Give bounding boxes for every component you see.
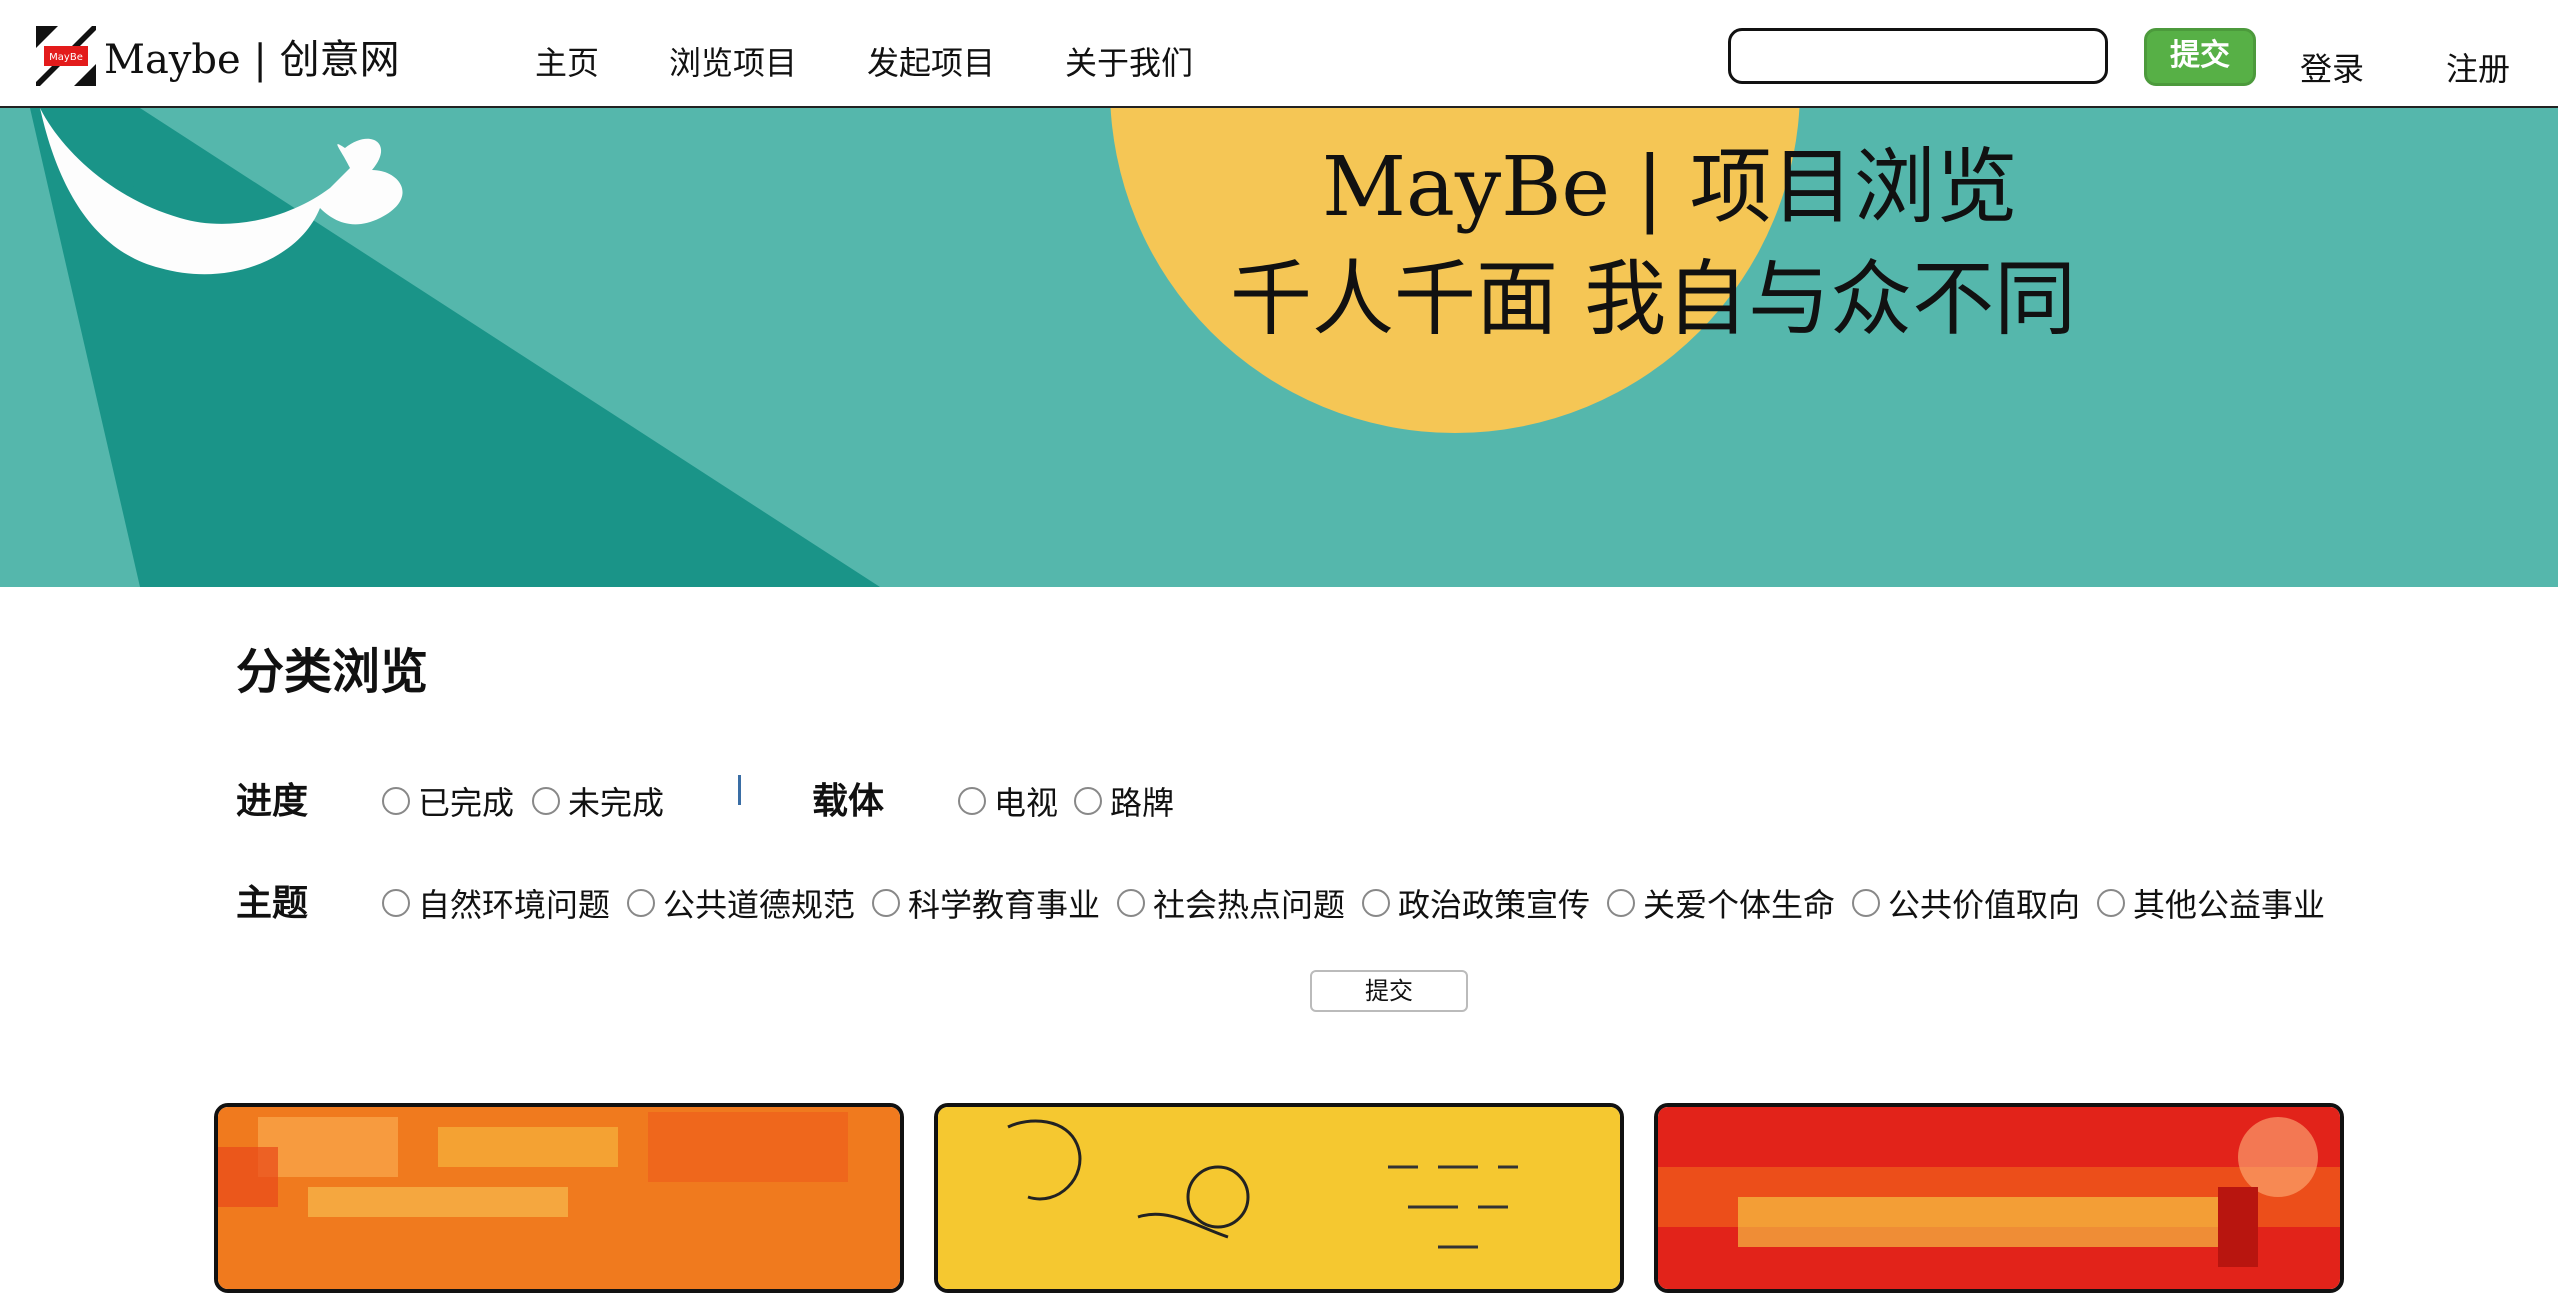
option-label: 其他公益事业 xyxy=(2133,886,2326,924)
radio-button[interactable] xyxy=(1362,889,1390,917)
filter-divider xyxy=(738,775,741,805)
topic-option[interactable]: 自然环境问题 xyxy=(382,880,610,926)
radio-button[interactable] xyxy=(1852,889,1880,917)
option-label: 科学教育事业 xyxy=(908,886,1101,924)
radio-button[interactable] xyxy=(382,889,410,917)
option-label: 自然环境问题 xyxy=(418,886,611,924)
option-label: 电视 xyxy=(994,784,1059,822)
carrier-label: 载体 xyxy=(812,780,885,822)
site-logo[interactable]: MayBe Maybe | 创意网 xyxy=(36,26,400,86)
logo-badge-text: MayBe xyxy=(49,52,83,63)
category-section-title: 分类浏览 xyxy=(236,644,429,700)
progress-label: 进度 xyxy=(236,780,309,822)
top-navbar: MayBe Maybe | 创意网 主页 浏览项目 发起项目 关于我们 提交 登… xyxy=(0,0,2558,108)
nav-item-browse[interactable]: 浏览项目 xyxy=(669,38,797,84)
main-nav: 主页 浏览项目 发起项目 关于我们 xyxy=(535,38,1263,84)
project-thumbnail xyxy=(218,1107,900,1289)
radio-button[interactable] xyxy=(958,787,986,815)
option-label: 未完成 xyxy=(568,784,665,822)
radio-button[interactable] xyxy=(382,787,410,815)
progress-option-done[interactable]: 已完成 xyxy=(382,778,514,824)
logo-icon: MayBe xyxy=(36,26,96,86)
option-label: 公共道德规范 xyxy=(663,886,856,924)
option-label: 公共价值取向 xyxy=(1888,886,2081,924)
project-thumbnail xyxy=(1658,1107,2340,1289)
project-card[interactable] xyxy=(214,1103,904,1293)
filter-submit-button[interactable]: 提交 xyxy=(1310,970,1468,1012)
whale-eye-shape xyxy=(118,176,134,192)
option-label: 社会热点问题 xyxy=(1153,886,1346,924)
radio-button[interactable] xyxy=(872,889,900,917)
banner-subtitle: 千人千面 我自与众不同 xyxy=(1230,252,2077,347)
carrier-option-billboard[interactable]: 路牌 xyxy=(1074,778,1174,824)
nav-item-home[interactable]: 主页 xyxy=(535,38,599,84)
radio-button[interactable] xyxy=(1607,889,1635,917)
login-link[interactable]: 登录 xyxy=(2300,44,2364,90)
topic-option[interactable]: 公共道德规范 xyxy=(627,880,855,926)
topic-option[interactable]: 政治政策宣传 xyxy=(1362,880,1590,926)
progress-option-undone[interactable]: 未完成 xyxy=(532,778,664,824)
register-link[interactable]: 注册 xyxy=(2446,44,2510,90)
option-label: 已完成 xyxy=(418,784,515,822)
option-label: 关爱个体生命 xyxy=(1643,886,1836,924)
topic-option[interactable]: 科学教育事业 xyxy=(872,880,1100,926)
nav-item-about[interactable]: 关于我们 xyxy=(1065,38,1193,84)
search-input[interactable] xyxy=(1728,28,2108,84)
project-card[interactable] xyxy=(934,1103,1624,1293)
radio-button[interactable] xyxy=(2097,889,2125,917)
banner-title: MayBe | 项目浏览 xyxy=(1322,140,2018,235)
topic-option[interactable]: 公共价值取向 xyxy=(1852,880,2080,926)
radio-button[interactable] xyxy=(532,787,560,815)
radio-button[interactable] xyxy=(1117,889,1145,917)
nav-item-launch[interactable]: 发起项目 xyxy=(867,38,995,84)
search-submit-button[interactable]: 提交 xyxy=(2144,28,2256,86)
topic-option[interactable]: 其他公益事业 xyxy=(2097,880,2325,926)
project-card[interactable] xyxy=(1654,1103,2344,1293)
option-label: 路牌 xyxy=(1110,784,1175,822)
carrier-option-tv[interactable]: 电视 xyxy=(958,778,1058,824)
hero-banner: MayBe | 项目浏览 千人千面 我自与众不同 xyxy=(0,108,2558,587)
project-thumbnail xyxy=(938,1107,1620,1289)
radio-button[interactable] xyxy=(627,889,655,917)
topic-option[interactable]: 关爱个体生命 xyxy=(1607,880,1835,926)
topic-label: 主题 xyxy=(236,882,309,924)
logo-text: Maybe | 创意网 xyxy=(104,37,400,83)
topic-option[interactable]: 社会热点问题 xyxy=(1117,880,1345,926)
radio-button[interactable] xyxy=(1074,787,1102,815)
option-label: 政治政策宣传 xyxy=(1398,886,1591,924)
